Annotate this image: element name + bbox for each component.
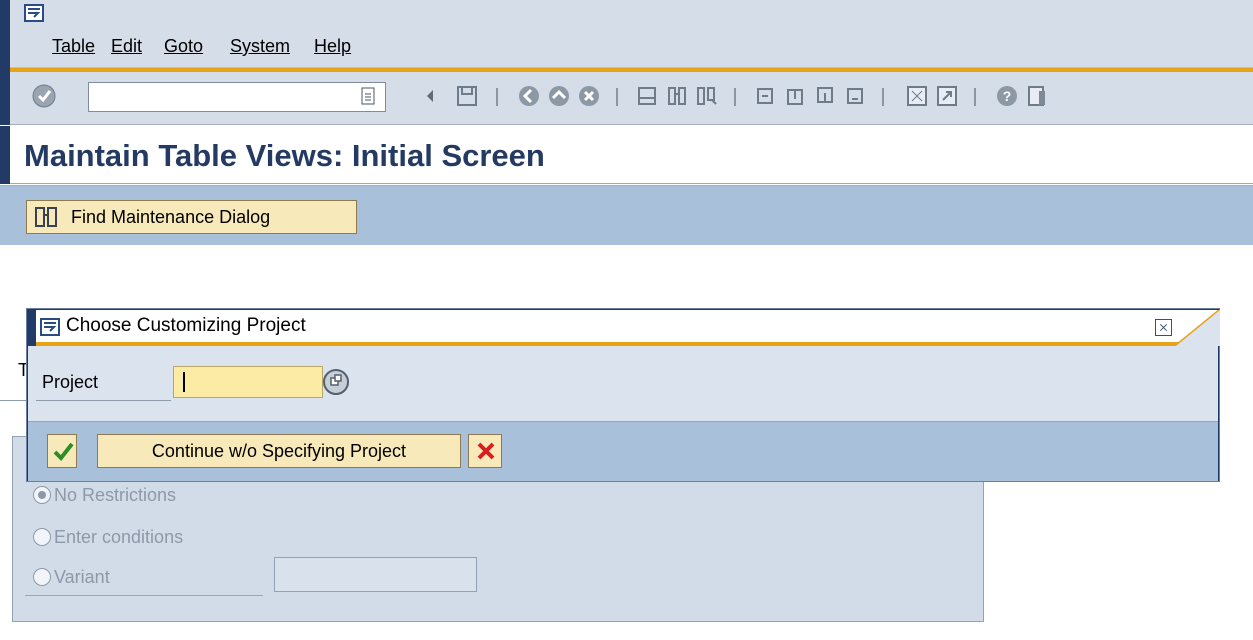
variant-label: Variant — [54, 567, 110, 587]
command-history-icon[interactable] — [361, 87, 375, 105]
menu-table[interactable]: Table — [52, 36, 95, 57]
exit-icon[interactable] — [546, 83, 572, 109]
find-maintenance-dialog-button[interactable]: Find Maintenance Dialog — [26, 200, 357, 234]
background-label-underline — [0, 400, 30, 401]
layout-icon[interactable] — [1024, 83, 1050, 109]
save-icon[interactable] — [454, 83, 480, 109]
toolbar-separator — [616, 88, 618, 106]
standard-toolbar: ? — [0, 68, 1253, 125]
shortcut-icon[interactable] — [934, 83, 960, 109]
back-icon[interactable] — [516, 83, 542, 109]
title-frame-strip — [0, 126, 10, 184]
dialog-system-icon — [40, 318, 60, 336]
no-restrictions-radio[interactable] — [33, 486, 51, 504]
page-title: Maintain Table Views: Initial Screen — [24, 138, 545, 173]
search-help-icon[interactable] — [322, 368, 350, 396]
menu-bar: Table Edit Goto System Help — [0, 0, 1253, 68]
variant-input[interactable] — [274, 557, 477, 592]
toolbar-frame-strip — [0, 68, 10, 125]
menu-edit[interactable]: Edit — [111, 36, 142, 57]
back-arrow-icon[interactable] — [418, 83, 444, 109]
dialog-titlebar: Choose Customizing Project — [28, 310, 1220, 346]
close-icon[interactable] — [1155, 319, 1172, 336]
enter-conditions-radio[interactable] — [33, 528, 51, 546]
choose-customizing-project-dialog: Choose Customizing Project Project Conti… — [27, 309, 1220, 481]
project-label: Project — [42, 372, 99, 392]
cancel-icon[interactable] — [576, 83, 602, 109]
toolbar-separator — [496, 88, 498, 106]
dialog-corner-accent — [1176, 310, 1220, 346]
help-icon[interactable]: ? — [994, 83, 1020, 109]
next-page-icon[interactable] — [812, 83, 838, 109]
left-frame-strip — [0, 0, 10, 68]
toolbar-separator — [974, 88, 976, 106]
previous-page-icon[interactable] — [782, 83, 808, 109]
dialog-frame-strip — [28, 310, 36, 346]
application-toolbar: Find Maintenance Dialog — [0, 185, 1253, 245]
dialog-title: Choose Customizing Project — [66, 315, 306, 336]
variant-radio[interactable] — [33, 568, 51, 586]
find-maintenance-dialog-label: Find Maintenance Dialog — [71, 207, 271, 227]
menu-system[interactable]: System — [230, 36, 290, 57]
find-next-icon[interactable] — [694, 83, 720, 109]
text-cursor — [183, 372, 185, 392]
create-session-icon[interactable] — [904, 83, 930, 109]
check-icon — [53, 442, 74, 462]
project-input[interactable] — [173, 366, 323, 398]
continue-without-project-button[interactable]: Continue w/o Specifying Project — [97, 434, 461, 468]
command-field[interactable] — [88, 82, 386, 112]
find-icon — [35, 207, 57, 227]
project-label-underline — [36, 400, 171, 401]
first-page-icon[interactable] — [752, 83, 778, 109]
enter-conditions-label: Enter conditions — [54, 527, 184, 547]
enter-icon[interactable] — [31, 83, 57, 109]
svg-text:?: ? — [1003, 88, 1012, 104]
print-icon[interactable] — [634, 83, 660, 109]
confirm-button[interactable] — [47, 434, 77, 468]
variant-label-underline — [25, 595, 263, 596]
find-icon[interactable] — [664, 83, 690, 109]
menu-help[interactable]: Help — [314, 36, 351, 57]
menu-goto[interactable]: Goto — [164, 36, 203, 57]
last-page-icon[interactable] — [842, 83, 868, 109]
no-restrictions-label: No Restrictions — [54, 485, 177, 505]
toolbar-separator — [734, 88, 736, 106]
cancel-x-icon — [477, 442, 495, 460]
title-bar: Maintain Table Views: Initial Screen — [0, 126, 1253, 184]
cancel-button[interactable] — [468, 434, 502, 468]
toolbar-separator — [882, 88, 884, 106]
system-menu-icon[interactable] — [24, 4, 44, 22]
dialog-button-bar: Continue w/o Specifying Project — [28, 421, 1218, 481]
